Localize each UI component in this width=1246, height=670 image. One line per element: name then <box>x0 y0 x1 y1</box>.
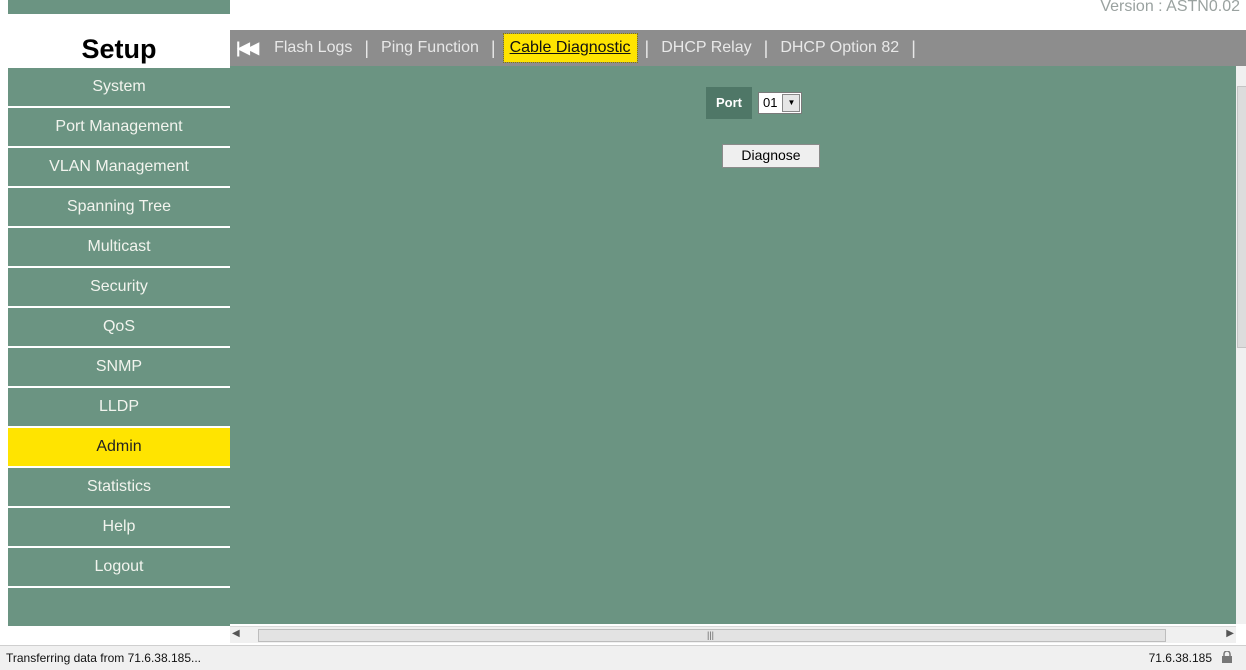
tab-separator: | <box>644 37 650 58</box>
tab-ping-function[interactable]: Ping Function <box>377 39 483 57</box>
tab-flash-logs[interactable]: Flash Logs <box>270 39 356 57</box>
sidebar-item-snmp[interactable]: SNMP <box>8 348 230 386</box>
status-text: Transferring data from 71.6.38.185... <box>6 651 201 665</box>
scroll-right-icon[interactable]: ▶ <box>1226 628 1234 639</box>
port-row: Port 01 ▼ <box>706 87 803 119</box>
sidebar-empty-item <box>8 588 230 626</box>
top-left-accent <box>8 0 230 14</box>
tab-cable-diagnostic[interactable]: Cable Diagnostic <box>502 33 638 63</box>
tab-separator: | <box>763 37 769 58</box>
sidebar: System Port Management VLAN Management S… <box>8 68 230 628</box>
tab-dhcp-relay[interactable]: DHCP Relay <box>657 39 755 57</box>
sidebar-item-logout[interactable]: Logout <box>8 548 230 586</box>
tab-dhcp-option-82[interactable]: DHCP Option 82 <box>776 39 903 57</box>
sidebar-item-statistics[interactable]: Statistics <box>8 468 230 506</box>
scroll-left-icon[interactable]: ◀ <box>232 628 240 639</box>
tab-separator: | <box>490 37 496 58</box>
sidebar-item-lldp[interactable]: LLDP <box>8 388 230 426</box>
sidebar-item-qos[interactable]: QoS <box>8 308 230 346</box>
vertical-scroll-thumb[interactable] <box>1237 86 1246 348</box>
vertical-scrollbar[interactable] <box>1236 66 1246 624</box>
port-label: Port <box>706 87 752 119</box>
setup-header: Setup <box>8 30 230 66</box>
sidebar-item-system[interactable]: System <box>8 68 230 106</box>
port-select[interactable]: 01 ▼ <box>758 92 803 114</box>
sidebar-item-security[interactable]: Security <box>8 268 230 306</box>
sidebar-item-multicast[interactable]: Multicast <box>8 228 230 266</box>
content-panel: Port 01 ▼ Diagnose <box>230 66 1236 624</box>
horizontal-scrollbar[interactable]: ◀ ||| ▶ <box>230 626 1236 643</box>
status-ip: 71.6.38.185 <box>1148 651 1212 665</box>
sidebar-item-vlan-management[interactable]: VLAN Management <box>8 148 230 186</box>
scroll-grip-icon: ||| <box>707 630 715 640</box>
sidebar-item-port-management[interactable]: Port Management <box>8 108 230 146</box>
tab-bar: |◀◀ Flash Logs | Ping Function | Cable D… <box>230 30 1246 66</box>
chevron-down-icon[interactable]: ▼ <box>782 94 801 112</box>
tab-separator: | <box>911 37 916 58</box>
horizontal-scroll-thumb[interactable]: ||| <box>258 629 1166 642</box>
first-page-icon[interactable]: |◀◀ <box>236 38 259 58</box>
sidebar-item-spanning-tree[interactable]: Spanning Tree <box>8 188 230 226</box>
diagnose-button[interactable]: Diagnose <box>722 144 820 168</box>
sidebar-item-help[interactable]: Help <box>8 508 230 546</box>
status-bar: Transferring data from 71.6.38.185... 71… <box>0 645 1246 670</box>
tab-separator: | <box>364 37 370 58</box>
top-bar: Version : ASTN0.02 <box>0 0 1246 30</box>
lock-icon <box>1222 651 1232 663</box>
sidebar-item-admin[interactable]: Admin <box>8 428 230 466</box>
port-select-value[interactable]: 01 <box>759 93 781 113</box>
version-label: Version : ASTN0.02 <box>1100 0 1240 14</box>
